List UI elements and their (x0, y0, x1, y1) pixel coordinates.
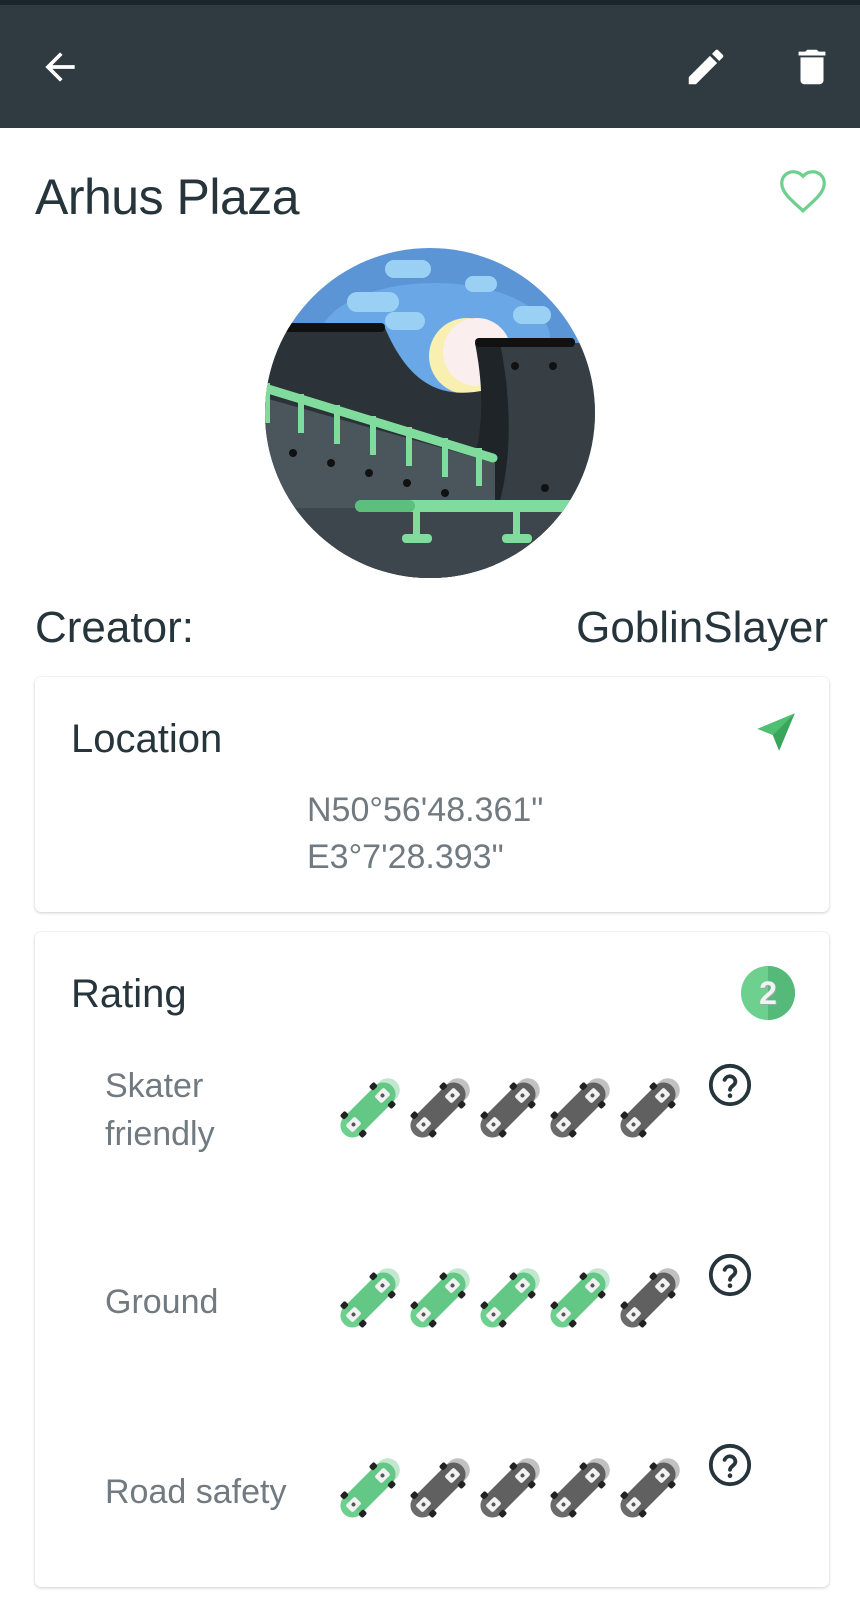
location-card: Location N50°56'48.361" E3°7'28.393" (35, 677, 829, 912)
skateboard-empty-icon[interactable] (610, 1072, 686, 1148)
help-icon[interactable] (707, 1442, 753, 1488)
rating-row-road-safety: Road safety (35, 1442, 829, 1552)
skateboard-empty-icon[interactable] (540, 1072, 616, 1148)
rating-heading: Rating (71, 972, 187, 1016)
skatepark-illustration (265, 248, 595, 578)
skateboard-filled-icon[interactable] (330, 1262, 406, 1338)
longitude-value: E3°7'28.393" (307, 838, 504, 876)
rating-card: Rating 2 Skater friendly Ground Road saf… (35, 932, 829, 1587)
edit-button[interactable] (676, 37, 736, 97)
rating-row-skater-friendly: Skater friendly (35, 1062, 829, 1172)
skateboard-rating (330, 1452, 700, 1532)
creator-label: Creator: (35, 603, 194, 652)
skateboard-empty-icon[interactable] (400, 1072, 476, 1148)
skateboard-filled-icon[interactable] (470, 1262, 546, 1338)
pencil-icon (688, 49, 724, 85)
back-button[interactable] (30, 37, 90, 97)
skateboard-filled-icon[interactable] (330, 1452, 406, 1528)
rating-count-badge: 2 (741, 966, 795, 1020)
navigation-arrow-icon[interactable] (751, 707, 801, 757)
skateboard-filled-icon[interactable] (540, 1262, 616, 1338)
rating-label: Road safety (105, 1473, 287, 1511)
skateboard-empty-icon[interactable] (470, 1072, 546, 1148)
skateboard-filled-icon[interactable] (330, 1072, 406, 1148)
creator-name[interactable]: GoblinSlayer (576, 603, 828, 653)
skateboard-empty-icon[interactable] (470, 1452, 546, 1528)
skateboard-rating (330, 1072, 700, 1152)
coordinates: N50°56'48.361" E3°7'28.393" (307, 787, 543, 881)
heart-outline-icon[interactable] (773, 160, 833, 220)
help-icon[interactable] (707, 1252, 753, 1298)
rating-count: 2 (759, 975, 777, 1011)
delete-button[interactable] (782, 37, 842, 97)
page-title: Arhus Plaza (35, 169, 300, 225)
location-heading: Location (71, 717, 223, 761)
rating-row-ground: Ground (35, 1252, 829, 1362)
latitude-value: N50°56'48.361" (307, 791, 544, 829)
skateboard-empty-icon[interactable] (400, 1452, 476, 1528)
rating-label: Skater friendly (105, 1067, 215, 1153)
trash-icon (798, 49, 826, 85)
skateboard-empty-icon[interactable] (610, 1262, 686, 1338)
rating-label: Ground (105, 1283, 219, 1321)
arrow-left-icon (45, 52, 75, 82)
help-icon[interactable] (707, 1062, 753, 1108)
skateboard-filled-icon[interactable] (400, 1262, 476, 1338)
skateboard-empty-icon[interactable] (610, 1452, 686, 1528)
app-bar (0, 5, 860, 128)
skateboard-rating (330, 1262, 700, 1342)
skateboard-empty-icon[interactable] (540, 1452, 616, 1528)
